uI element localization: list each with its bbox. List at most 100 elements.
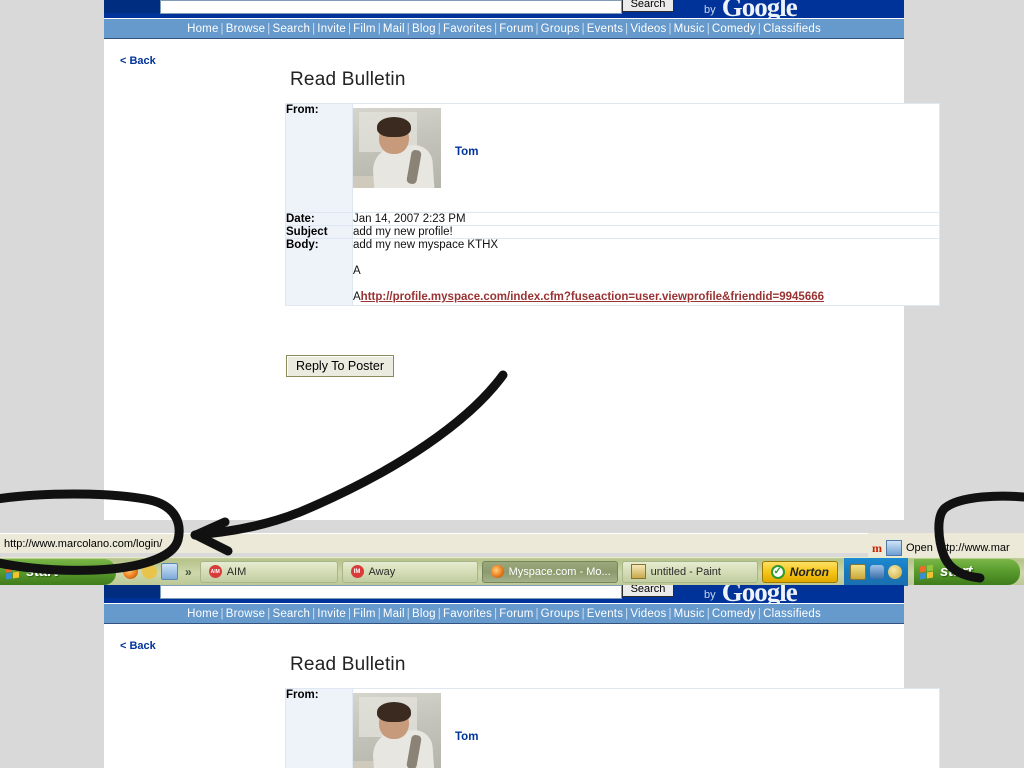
nav-separator: | — [220, 22, 224, 35]
nav-links-top: Home | Browse | Search | Invite | Film | Mail | Blog… — [187, 23, 821, 35]
search-input-bottom[interactable] — [160, 585, 622, 599]
nav-item-film[interactable]: Film — [353, 608, 376, 620]
nav-item-favorites[interactable]: Favorites — [443, 608, 492, 620]
body-value: add my new myspace KTHX A Ahttp://profil… — [352, 238, 940, 306]
nav-item-home[interactable]: Home — [187, 23, 218, 35]
nav-item-blog[interactable]: Blog — [412, 23, 436, 35]
taskbar-item-label: untitled - Paint — [650, 565, 721, 578]
taskbar-item-label: Myspace.com - Mo... — [508, 565, 611, 578]
nav-item-comedy[interactable]: Comedy — [712, 608, 756, 620]
search-button-bottom[interactable]: Search — [622, 585, 674, 597]
myspace-page-bottom: Search by Google Home | Browse | Search | Invi… — [104, 585, 940, 768]
nav-item-music[interactable]: Music — [674, 23, 705, 35]
topbar-blue-block — [104, 585, 160, 598]
nav-item-mail[interactable]: Mail — [383, 608, 405, 620]
page-title-bottom: Read Bulletin — [290, 654, 406, 675]
from-label: From: — [285, 688, 353, 768]
table-row-subject: Subject add my new profile! — [285, 225, 940, 239]
search-input-top[interactable] — [160, 0, 622, 14]
nav-item-invite[interactable]: Invite — [317, 23, 346, 35]
aim-icon — [208, 565, 222, 578]
bulletin-table-top: From: Tom Date: Jan 14, 2007 2:23 PM Sub… — [285, 103, 940, 306]
body-link-prefix: A — [353, 291, 361, 303]
firefox-icon[interactable] — [123, 564, 138, 579]
start-label: start — [26, 563, 59, 580]
nav-item-videos[interactable]: Videos — [630, 608, 666, 620]
globe-icon[interactable] — [888, 564, 903, 579]
firefox-icon — [490, 565, 504, 578]
nav-item-music[interactable]: Music — [674, 608, 705, 620]
nav-item-favorites[interactable]: Favorites — [443, 23, 492, 35]
nav-item-mail[interactable]: Mail — [383, 23, 405, 35]
nav-item-search[interactable]: Search — [272, 608, 310, 620]
back-link-top[interactable]: < Back — [120, 55, 156, 67]
by-label: by — [704, 589, 716, 601]
body-label: Body: — [285, 238, 353, 306]
nav-item-browse[interactable]: Browse — [226, 608, 266, 620]
norton-badge[interactable]: ✓ Norton — [761, 560, 839, 583]
body-line-2: A — [353, 265, 361, 277]
nav-item-videos[interactable]: Videos — [630, 23, 666, 35]
body-line-1: add my new myspace KTHX — [353, 239, 499, 251]
from-username[interactable]: Tom — [455, 731, 478, 743]
nav-separator: | — [406, 22, 410, 35]
nav-item-events[interactable]: Events — [587, 23, 623, 35]
document-icon — [886, 540, 902, 556]
myspace-page-top: Search by Google Home | Browse | Search | Invi… — [104, 0, 940, 520]
table-row-body: Body: add my new myspace KTHX A Ahttp://… — [285, 238, 940, 306]
nav-item-forum[interactable]: Forum — [499, 608, 533, 620]
nav-item-classifieds[interactable]: Classifieds — [763, 23, 821, 35]
m-icon: m — [872, 540, 882, 555]
aim-running-icon[interactable] — [142, 564, 157, 579]
taskbar-item-label: Away — [368, 565, 396, 578]
google-search-bar-bottom: Search by Google — [104, 585, 904, 603]
taskbar-item-aim[interactable]: AIM — [199, 560, 338, 583]
nav-item-comedy[interactable]: Comedy — [712, 23, 756, 35]
nav-item-groups[interactable]: Groups — [541, 608, 580, 620]
nav-item-classifieds[interactable]: Classifieds — [763, 608, 821, 620]
norton-label: Norton — [789, 564, 830, 579]
open-text: Open — [906, 542, 933, 554]
nav-separator: | — [535, 22, 539, 35]
nav-separator: | — [668, 22, 672, 35]
taskbar-item-paint[interactable]: untitled - Paint — [621, 560, 758, 583]
im-icon — [350, 565, 364, 578]
nav-separator: | — [377, 22, 381, 35]
system-tray — [844, 557, 909, 586]
nav-separator: | — [220, 607, 224, 620]
windows-flag-icon — [6, 563, 21, 580]
nav-separator: | — [706, 607, 710, 620]
windows-flag-icon — [920, 563, 935, 580]
search-button-top[interactable]: Search — [622, 0, 674, 12]
google-branding-bottom: by Google — [704, 585, 798, 603]
nav-item-groups[interactable]: Groups — [541, 23, 580, 35]
profile-link[interactable]: http://profile.myspace.com/index.cfm?fus… — [361, 291, 824, 303]
outlook-icon[interactable] — [161, 563, 178, 580]
nav-item-forum[interactable]: Forum — [499, 23, 533, 35]
chevron-right-icon[interactable]: » — [182, 565, 195, 579]
screenshot-root: Search by Google Home | Browse | Search | Invi… — [0, 0, 1024, 768]
back-link-bottom[interactable]: < Back — [120, 640, 156, 652]
nav-item-home[interactable]: Home — [187, 608, 218, 620]
nav-item-events[interactable]: Events — [587, 608, 623, 620]
bulletin-table-bottom: From: Tom — [285, 688, 940, 768]
table-row-date: Date: Jan 14, 2007 2:23 PM — [285, 212, 940, 226]
taskbar-item-away[interactable]: Away — [341, 560, 478, 583]
avatar — [353, 108, 441, 188]
from-username[interactable]: Tom — [455, 146, 478, 158]
network-icon[interactable] — [870, 564, 885, 579]
nav-item-film[interactable]: Film — [353, 23, 376, 35]
overlap-url: http://www.mar — [936, 542, 1010, 554]
nav-item-browse[interactable]: Browse — [226, 23, 266, 35]
windows-taskbar: start » AIM Away Myspace.com - Mo... unt… — [0, 557, 1024, 586]
subject-value: add my new profile! — [352, 225, 940, 239]
date-value: Jan 14, 2007 2:23 PM — [352, 212, 940, 226]
nav-item-blog[interactable]: Blog — [412, 608, 436, 620]
taskbar-item-myspace[interactable]: Myspace.com - Mo... — [481, 560, 618, 583]
start-button-overlap[interactable]: start — [914, 558, 1021, 585]
start-button[interactable]: start — [0, 558, 116, 585]
reply-to-poster-button[interactable]: Reply To Poster — [286, 355, 395, 377]
display-icon[interactable] — [850, 563, 867, 580]
nav-item-invite[interactable]: Invite — [317, 608, 346, 620]
nav-item-search[interactable]: Search — [272, 23, 310, 35]
